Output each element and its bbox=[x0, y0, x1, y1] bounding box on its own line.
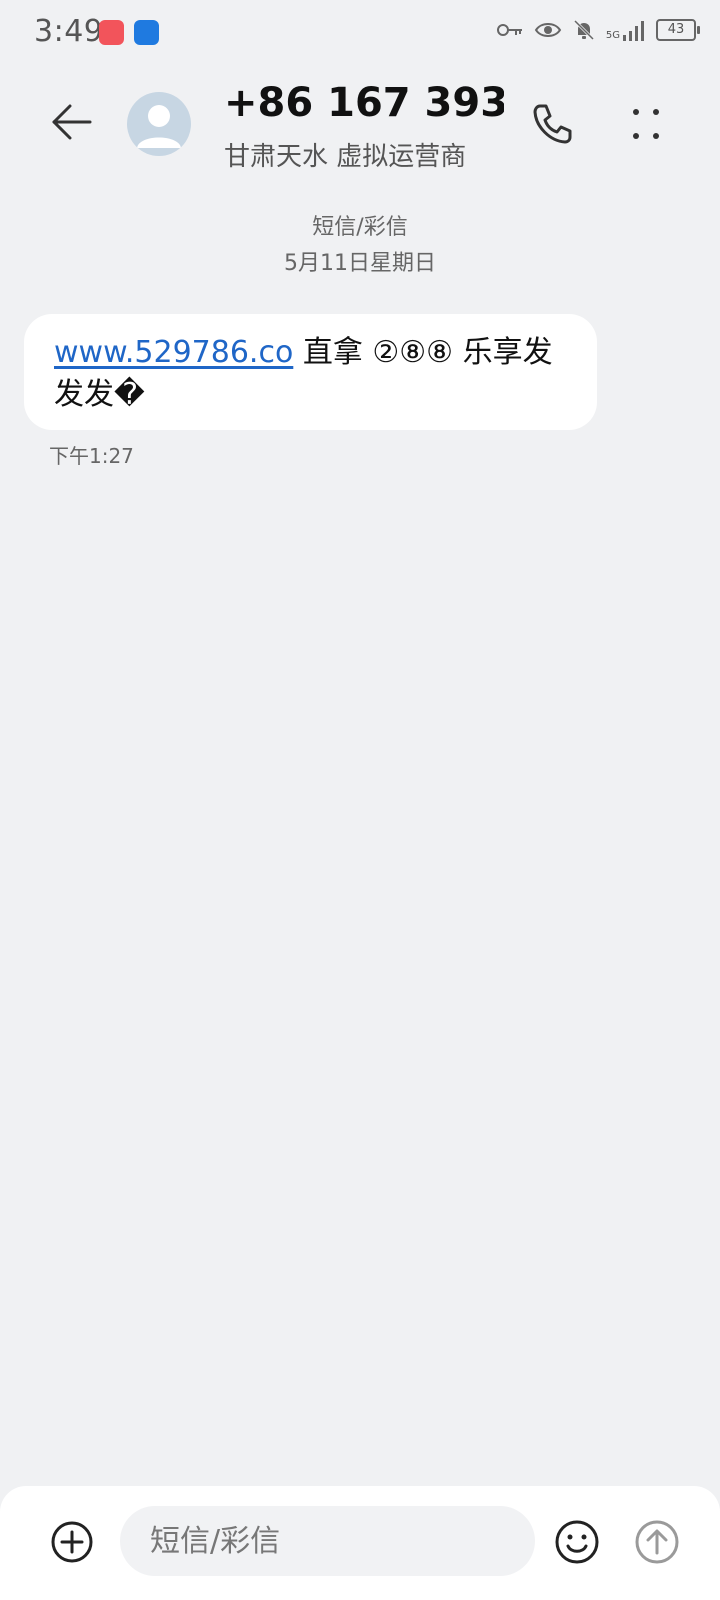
status-bar: 3:49 5G 43 bbox=[0, 0, 720, 64]
add-attachment-button[interactable] bbox=[50, 1520, 94, 1564]
plus-circle-icon bbox=[51, 1521, 93, 1563]
more-options-button[interactable] bbox=[622, 100, 670, 148]
compose-bar bbox=[0, 1486, 720, 1600]
network-label: 5G bbox=[605, 30, 620, 41]
date-separator: 短信/彩信 5月11日星期日 bbox=[0, 210, 720, 282]
bell-off-icon bbox=[573, 19, 594, 41]
message-type-label: 短信/彩信 bbox=[312, 215, 408, 240]
arrow-left-icon bbox=[52, 104, 92, 140]
more-dots-icon bbox=[633, 109, 659, 139]
phone-icon bbox=[533, 104, 572, 144]
smile-icon bbox=[555, 1520, 599, 1564]
back-button[interactable] bbox=[48, 98, 96, 146]
message-link[interactable]: www.529786.co bbox=[54, 335, 293, 370]
contact-name[interactable]: +86 167 393… bbox=[224, 80, 504, 126]
status-indicators: 5G 43 bbox=[496, 18, 700, 42]
call-button[interactable] bbox=[528, 100, 576, 148]
contact-subtitle: 甘肃天水 虚拟运营商 bbox=[224, 142, 467, 172]
status-time: 3:49 bbox=[34, 14, 104, 49]
send-up-icon bbox=[635, 1520, 679, 1564]
send-button[interactable] bbox=[634, 1519, 680, 1565]
battery-icon: 43 bbox=[656, 19, 700, 41]
conversation-header: +86 167 393… 甘肃天水 虚拟运营商 bbox=[0, 70, 720, 180]
avatar[interactable] bbox=[127, 92, 191, 156]
message-input[interactable] bbox=[120, 1506, 535, 1576]
weather-app-icon bbox=[134, 20, 159, 45]
message-bubble[interactable]: www.529786.co 直拿 ②⑧⑧ 乐享发发发� bbox=[24, 314, 597, 430]
signal-icon bbox=[623, 21, 644, 41]
message-timestamp: 下午1:27 bbox=[49, 444, 134, 468]
emoji-button[interactable] bbox=[554, 1519, 600, 1565]
eye-icon bbox=[534, 23, 562, 37]
network-indicator: 5G bbox=[606, 19, 646, 41]
shopping-app-icon bbox=[99, 20, 124, 45]
date-label: 5月11日星期日 bbox=[284, 251, 436, 276]
key-icon bbox=[496, 24, 522, 36]
person-icon bbox=[137, 105, 181, 148]
